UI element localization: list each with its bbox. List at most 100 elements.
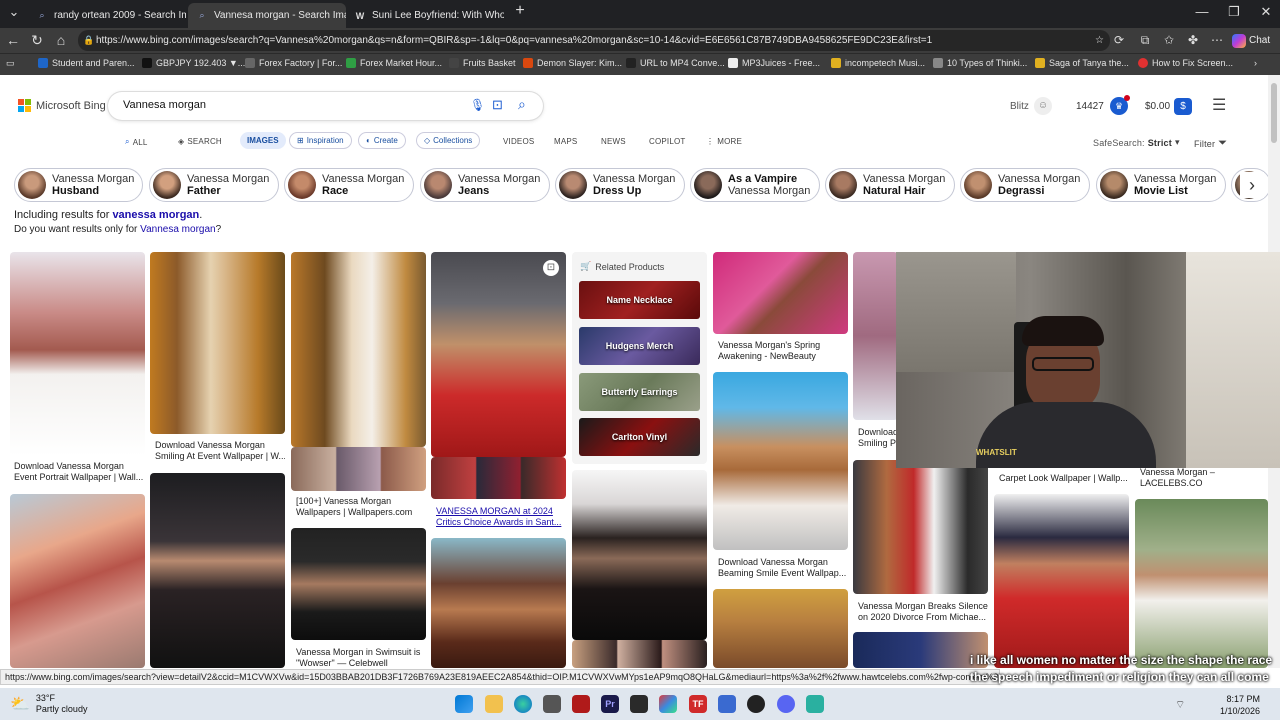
more-menu-icon[interactable]: ⋯ — [1208, 33, 1226, 47]
image-result[interactable] — [853, 632, 988, 668]
address-bar[interactable]: 🔒 https://www.bing.com/images/search?q=V… — [78, 30, 1110, 51]
filter-button[interactable]: Filter ⏷ — [1194, 137, 1227, 150]
safesearch-dropdown[interactable]: SafeSearch: Strict ▾ — [1093, 137, 1180, 148]
image-result-strip[interactable] — [431, 457, 566, 499]
scrollbar-thumb[interactable] — [1271, 83, 1277, 143]
bookmark-6[interactable]: Demon Slayer: Kim... — [523, 58, 622, 68]
bookmarks-overflow-icon[interactable]: › — [1254, 58, 1257, 68]
chevron-right-icon[interactable]: › — [1240, 172, 1264, 198]
windows-start-icon[interactable] — [455, 695, 473, 713]
bookmark-9[interactable]: incompetech Musi... — [831, 58, 925, 68]
related-chip[interactable]: Vanessa Morgan Father — [149, 168, 279, 202]
microphone-icon[interactable]: 🎙 — [470, 98, 485, 112]
tab-all[interactable]: ⌕ ALL — [125, 137, 148, 147]
discord-icon[interactable] — [777, 695, 795, 713]
image-result-strip[interactable] — [291, 447, 426, 491]
dollar-icon[interactable]: $ — [1174, 98, 1192, 115]
network-icon[interactable]: ⌔ — [1175, 698, 1185, 712]
image-caption[interactable]: Download Vanessa Morgan Event Portrait Wa… — [14, 461, 144, 483]
related-product[interactable]: Butterfly Earrings — [579, 373, 700, 411]
related-chip[interactable]: Vanessa Morgan Degrassi — [960, 168, 1090, 202]
tab-videos[interactable]: VIDEOS — [503, 137, 534, 146]
close-window-icon[interactable]: ✕ — [1254, 4, 1278, 20]
bookmark-7[interactable]: URL to MP4 Conve... — [626, 58, 725, 68]
image-caption[interactable]: Vanessa Morgan – LACELEBS.CO — [1140, 467, 1265, 489]
image-result[interactable] — [1135, 499, 1268, 668]
image-result[interactable] — [291, 528, 426, 640]
related-chip[interactable]: As a Vampire Vanessa Morgan — [690, 168, 820, 202]
tab-2-active[interactable]: ⌕ Vannesa morgan - Search Images ✕ — [188, 3, 346, 28]
tab-news[interactable]: NEWS — [601, 137, 626, 146]
image-result-strip[interactable] — [572, 640, 707, 668]
related-chip[interactable]: Vanessa Morgan Jeans — [420, 168, 550, 202]
image-result[interactable] — [10, 494, 145, 668]
create-button[interactable]: ◐ Create — [358, 132, 406, 149]
image-caption[interactable]: Vanessa Morgan in Swimsuit is "Wowser" — … — [296, 647, 426, 669]
only-term-link[interactable]: Vannesa morgan — [140, 224, 215, 235]
search-icon[interactable]: ⌕ — [518, 96, 526, 113]
inspiration-button[interactable]: ⊞ Inspiration — [289, 132, 352, 149]
extensions-refresh-icon[interactable]: ⟳ — [1110, 33, 1128, 47]
clock[interactable]: 8:17 PM 1/10/2026 — [1220, 693, 1260, 717]
image-caption[interactable]: Vanessa Morgan's Spring Awakening - NewBe… — [718, 340, 848, 362]
image-result[interactable] — [150, 252, 285, 434]
tab-search[interactable]: ◈ SEARCH — [178, 137, 222, 146]
image-result[interactable] — [713, 372, 848, 550]
tab-3[interactable]: W Suni Lee Boyfriend: With Whom Sh ✕ — [346, 3, 504, 28]
related-chip[interactable]: Vanessa Morgan Husband — [14, 168, 143, 202]
image-result[interactable] — [150, 473, 285, 668]
image-caption[interactable]: [100+] Vanessa Morgan Wallpapers | Wallpa… — [296, 496, 426, 518]
edge-browser-icon[interactable] — [514, 695, 532, 713]
file-explorer-icon[interactable] — [485, 695, 503, 713]
home-icon[interactable]: ⌂ — [51, 32, 71, 48]
tab-more[interactable]: ⋮ MORE — [706, 137, 742, 146]
bookmark-1[interactable]: Student and Paren... — [38, 58, 135, 68]
related-chip[interactable]: Vanessa Morgan Movie List — [1096, 168, 1226, 202]
image-caption[interactable]: Download Vanessa Morgan Beaming Smile Eve… — [718, 557, 848, 579]
app-icon[interactable] — [572, 695, 590, 713]
visual-search-icon[interactable]: ⊡ — [492, 97, 503, 113]
user-avatar-icon[interactable]: ☺ — [1034, 97, 1052, 115]
related-product[interactable]: Carlton Vinyl — [579, 418, 700, 456]
user-name[interactable]: Blitz — [1010, 101, 1029, 112]
image-caption[interactable]: Download Vanessa Morgan Smiling At Event … — [155, 440, 285, 462]
collections-button[interactable]: ◇ Collections — [416, 132, 481, 149]
app-icon[interactable] — [659, 695, 677, 713]
image-result[interactable] — [713, 589, 848, 668]
bookmark-4[interactable]: Forex Market Hour... — [346, 58, 442, 68]
app-icon[interactable] — [718, 695, 736, 713]
tab-1[interactable]: ⌕ randy ortean 2009 - Search Image ✕ — [28, 3, 186, 28]
image-result[interactable] — [431, 538, 566, 668]
refresh-icon[interactable]: ↻ — [27, 32, 47, 49]
copilot-chat-button[interactable]: Chat — [1232, 31, 1278, 50]
app-icon[interactable] — [806, 695, 824, 713]
tab-copilot[interactable]: COPILOT — [649, 137, 686, 146]
maximize-icon[interactable]: ❐ — [1222, 4, 1246, 20]
bookmark-2[interactable]: GBPJPY 192.403 ▼... — [142, 58, 245, 68]
image-caption[interactable]: Carpet Look Wallpaper | Wallp... — [999, 473, 1129, 484]
related-chip[interactable]: Vanessa Morgan Dress Up — [555, 168, 685, 202]
image-result[interactable] — [291, 252, 426, 447]
related-product[interactable]: Name Necklace — [579, 281, 700, 319]
minimize-icon[interactable]: — — [1190, 4, 1214, 19]
related-chip[interactable]: Vanessa Morgan Race — [284, 168, 414, 202]
premiere-icon[interactable]: Pr — [601, 695, 619, 713]
search-input[interactable]: Vannesa morgan 🎙 ⊡ ⌕ — [108, 92, 543, 120]
related-chip[interactable]: Vanessa Morgan Natural Hair — [825, 168, 955, 202]
image-result[interactable] — [10, 252, 145, 456]
tab-images[interactable]: IMAGES — [240, 132, 286, 149]
image-result[interactable] — [572, 470, 707, 640]
bookmark-10[interactable]: 10 Types of Thinki... — [933, 58, 1027, 68]
extension-icon[interactable]: ✤ — [1184, 33, 1202, 47]
back-icon[interactable]: ← — [3, 32, 23, 48]
image-result[interactable] — [713, 252, 848, 334]
tab-maps[interactable]: MAPS — [554, 137, 577, 146]
reading-list-icon[interactable]: ▭ — [6, 58, 15, 69]
bing-logo[interactable]: Microsoft Bing — [18, 99, 106, 112]
store-icon[interactable] — [543, 695, 561, 713]
hamburger-menu-icon[interactable]: ☰ — [1212, 95, 1226, 115]
new-tab-button[interactable]: + — [508, 2, 532, 20]
tab-actions-icon[interactable]: ⌄ — [2, 4, 26, 20]
balance[interactable]: $0.00 — [1145, 101, 1170, 112]
image-result[interactable] — [431, 252, 566, 457]
